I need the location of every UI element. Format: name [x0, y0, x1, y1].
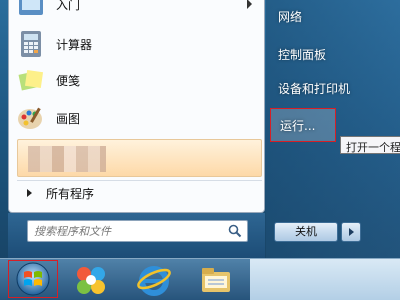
start-button-highlight-box	[8, 260, 58, 298]
obscured-program-name	[28, 146, 106, 172]
run-tooltip: 打开一个程序	[340, 136, 400, 154]
program-paint[interactable]: 画图	[10, 100, 264, 136]
internet-explorer-icon[interactable]	[134, 262, 174, 298]
control-panel-link[interactable]: 控制面板	[278, 46, 326, 63]
qq-browser-icon[interactable]	[72, 262, 112, 298]
desktop: 入门 计算器 便笺 画图 所有程序 搜索程序和文件 网络 控制面板 设备和打印机…	[0, 0, 400, 300]
program-getting-started[interactable]: 入门	[10, 0, 264, 22]
program-label: 便笺	[56, 73, 81, 88]
arrow-right-icon	[27, 189, 32, 197]
file-explorer-icon[interactable]	[196, 262, 236, 298]
search-icon[interactable]	[228, 224, 242, 238]
shutdown-button[interactable]: 关机	[274, 222, 338, 242]
search-box[interactable]	[27, 220, 248, 242]
start-menu: 入门 计算器 便笺 画图 所有程序 搜索程序和文件 网络 控制面板 设备和打印机…	[0, 0, 400, 258]
shutdown-options-button[interactable]	[341, 222, 361, 242]
arrow-right-icon	[349, 228, 354, 236]
all-programs-label: 所有程序	[46, 186, 95, 201]
paint-icon	[18, 107, 42, 129]
sticky-notes-icon	[18, 69, 44, 91]
submenu-arrow-icon[interactable]	[247, 0, 252, 9]
run-link[interactable]: 运行...	[280, 117, 315, 134]
program-label: 画图	[56, 111, 81, 126]
devices-printers-link[interactable]: 设备和打印机	[278, 80, 350, 97]
getting-started-icon	[19, 0, 43, 15]
search-input[interactable]	[34, 223, 224, 239]
taskbar-window-area	[250, 259, 400, 300]
all-programs-button[interactable]: 所有程序	[17, 182, 262, 204]
program-sticky-notes[interactable]: 便笺	[10, 62, 264, 98]
network-link[interactable]: 网络	[278, 8, 302, 25]
program-label: 入门	[56, 0, 81, 12]
program-label: 计算器	[56, 37, 93, 52]
calculator-icon	[21, 31, 41, 57]
program-calculator[interactable]: 计算器	[10, 26, 264, 62]
divider	[17, 180, 262, 181]
